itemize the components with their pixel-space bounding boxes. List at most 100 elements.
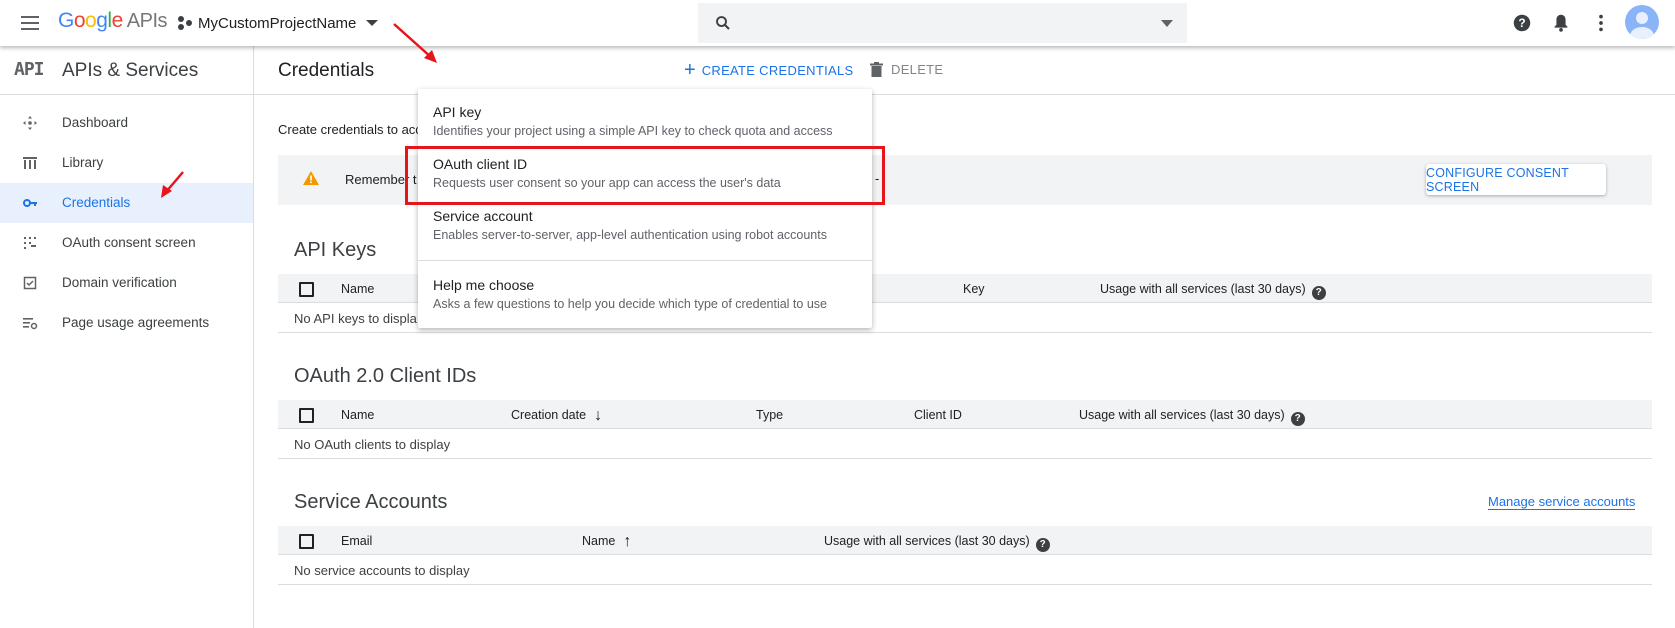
create-credentials-label: CREATE CREDENTIALS (701, 62, 854, 78)
dashboard-icon (23, 116, 37, 130)
menu-icon[interactable] (18, 12, 42, 34)
key-icon (23, 199, 37, 207)
checkbox-icon (23, 276, 37, 290)
sidebar-item-label: Library (62, 155, 104, 170)
menu-item-oauth-client-id[interactable]: OAuth client ID Requests user consent so… (418, 141, 872, 193)
warning-icon (303, 171, 319, 185)
menu-item-description: Enables server-to-server, app-level auth… (433, 228, 827, 242)
chevron-down-icon (366, 20, 379, 26)
create-credentials-menu: API key Identifies your project using a … (418, 89, 872, 328)
column-header-client-id: Client ID (914, 408, 962, 422)
api-logo-icon: API (14, 59, 44, 80)
more-vert-icon[interactable] (1590, 12, 1612, 34)
menu-item-description: Requests user consent so your app can ac… (433, 176, 781, 190)
project-name: MyCustomProjectName (198, 14, 357, 32)
menu-item-title: Service account (433, 208, 533, 224)
page-title: Credentials (278, 60, 375, 81)
oauth-empty-row: No OAuth clients to display (278, 430, 1652, 459)
menu-item-description: Asks a few questions to help you decide … (433, 297, 827, 311)
menu-item-title: OAuth client ID (433, 156, 528, 172)
menu-divider (418, 260, 872, 261)
google-apis-logo[interactable]: Google APIs (58, 9, 168, 33)
sidebar-item-label: Dashboard (62, 115, 129, 130)
column-header-name[interactable]: Name (341, 408, 374, 422)
logo-google-text: Google (58, 9, 123, 32)
select-all-checkbox[interactable] (299, 408, 314, 423)
menu-item-help-me-choose[interactable]: Help me choose Asks a few questions to h… (418, 262, 872, 314)
service-accounts-title: Service Accounts (294, 491, 448, 513)
project-selector[interactable]: MyCustomProjectName (178, 12, 379, 34)
service-accounts-table-header: Email Name ↑ Usage with all services (las… (278, 526, 1652, 555)
column-header-usage: Usage with all services (last 30 days)? (824, 534, 1050, 552)
notice-text: Remember t (345, 172, 417, 187)
empty-message: No OAuth clients to display (294, 437, 451, 452)
sidebar-item-label: Page usage agreements (62, 315, 210, 330)
top-app-bar: Google APIs MyCustomProjectName ? (0, 0, 1675, 46)
manage-service-accounts-link[interactable]: Manage service accounts (1488, 494, 1636, 510)
page-header: Credentials + CREATE CREDENTIALS DELETE (254, 46, 1675, 95)
sidebar-item-library[interactable]: Library (0, 143, 253, 183)
menu-item-api-key[interactable]: API key Identifies your project using a … (418, 89, 872, 141)
bell-icon[interactable] (1550, 12, 1572, 34)
service-accounts-empty-row: No service accounts to display (278, 556, 1652, 585)
menu-item-title: Help me choose (433, 277, 535, 293)
column-header-usage: Usage with all services (last 30 days)? (1079, 408, 1305, 426)
help-icon[interactable]: ? (1511, 12, 1533, 34)
avatar-icon[interactable] (1625, 5, 1659, 39)
column-header-key: Key (963, 282, 985, 296)
usage-label: Usage with all services (last 30 days) (824, 534, 1030, 548)
help-icon[interactable]: ? (1035, 538, 1050, 552)
sidebar-item-label: OAuth consent screen (62, 235, 196, 250)
help-icon[interactable]: ? (1290, 412, 1305, 426)
select-all-checkbox[interactable] (299, 534, 314, 549)
sidebar-item-dashboard[interactable]: Dashboard (0, 103, 253, 143)
arrow-down-icon: ↓ (594, 407, 603, 424)
column-header-type: Type (756, 408, 784, 422)
search-dropdown-icon[interactable] (1161, 20, 1173, 27)
creation-date-label: Creation date (511, 408, 587, 422)
column-header-usage: Usage with all services (last 30 days)? (1100, 282, 1326, 300)
oauth-client-ids-title: OAuth 2.0 Client IDs (294, 365, 477, 387)
configure-consent-screen-button[interactable]: CONFIGURE CONSENT SCREEN (1426, 164, 1606, 195)
sidebar-header: API APIs & Services (0, 46, 254, 95)
library-icon (23, 157, 37, 169)
create-credentials-button[interactable]: + CREATE CREDENTIALS (684, 59, 854, 81)
settings-list-icon (23, 318, 38, 330)
menu-item-title: API key (433, 104, 482, 120)
menu-item-service-account[interactable]: Service account Enables server-to-server… (418, 193, 872, 245)
logo-apis-text: APIs (126, 10, 168, 32)
help-icon[interactable]: ? (1311, 286, 1326, 300)
svg-text:?: ? (1518, 16, 1525, 30)
sidebar-title: APIs & Services (62, 60, 199, 81)
plus-icon: + (684, 59, 696, 81)
empty-message: No API keys to displa (294, 311, 417, 326)
trash-icon (870, 62, 883, 77)
column-header-name[interactable]: Name (341, 282, 374, 296)
menu-item-description: Identifies your project using a simple A… (433, 124, 833, 138)
sidebar: API APIs & Services Dashboard Library Cr… (0, 46, 254, 628)
usage-label: Usage with all services (last 30 days) (1079, 408, 1285, 422)
project-dots-icon (178, 16, 192, 30)
column-header-email[interactable]: Email (341, 534, 372, 548)
sidebar-item-domain-verification[interactable]: Domain verification (0, 263, 253, 303)
select-all-checkbox[interactable] (299, 282, 314, 297)
sidebar-item-label: Domain verification (62, 275, 177, 290)
sidebar-item-label: Credentials (62, 195, 131, 210)
notice-text-tail: - (875, 171, 880, 186)
sidebar-item-page-usage-agreements[interactable]: Page usage agreements (0, 303, 253, 343)
delete-label: DELETE (891, 62, 944, 77)
search-input[interactable] (698, 3, 1187, 43)
arrow-up-icon: ↑ (623, 533, 632, 550)
usage-label: Usage with all services (last 30 days) (1100, 282, 1306, 296)
sidebar-item-credentials[interactable]: Credentials (0, 183, 253, 223)
consent-icon (24, 237, 36, 249)
column-header-name[interactable]: Name ↑ (582, 533, 632, 550)
name-label: Name (582, 534, 616, 548)
delete-button[interactable]: DELETE (870, 62, 943, 77)
empty-message: No service accounts to display (294, 563, 470, 578)
api-keys-title: API Keys (294, 239, 377, 261)
intro-text: Create credentials to acc (278, 122, 422, 137)
sidebar-item-oauth-consent-screen[interactable]: OAuth consent screen (0, 223, 253, 263)
search-icon (716, 16, 730, 30)
column-header-creation-date[interactable]: Creation date ↓ (511, 407, 603, 424)
